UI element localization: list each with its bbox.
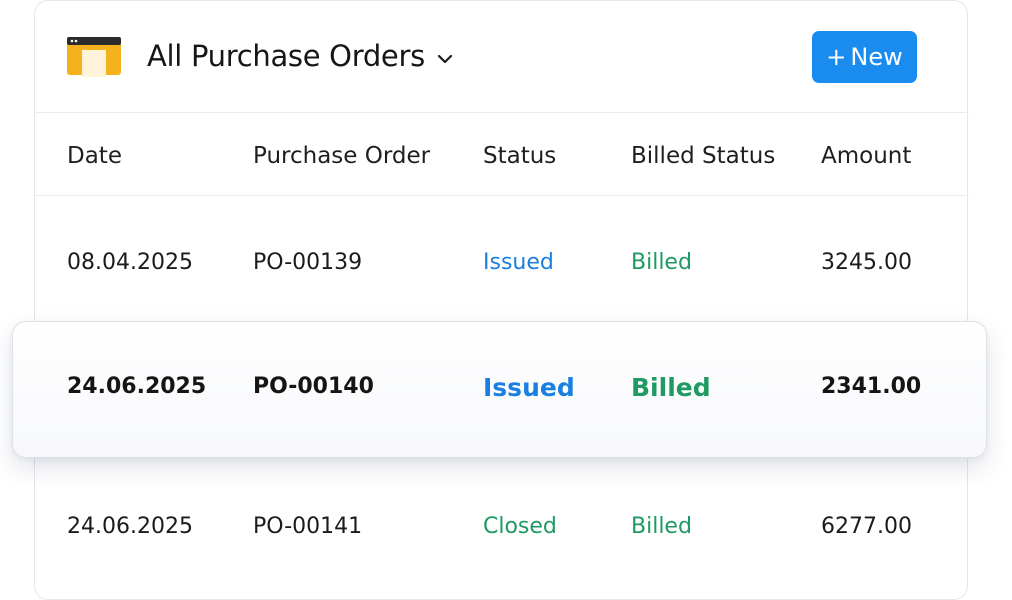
column-header-status[interactable]: Status	[483, 143, 556, 169]
row-date: 08.04.2025	[67, 250, 193, 275]
row-purchase-order[interactable]: PO-00140	[253, 374, 374, 399]
row-date: 24.06.2025	[67, 374, 207, 399]
page-title: All Purchase Orders	[147, 39, 425, 73]
row-status: Closed	[483, 514, 557, 539]
column-header-billed-status[interactable]: Billed Status	[631, 143, 775, 169]
row-purchase-order[interactable]: PO-00139	[253, 250, 362, 275]
chevron-down-icon	[435, 49, 455, 69]
purchase-orders-app-icon	[67, 37, 121, 77]
row-billed-status: Billed	[631, 373, 711, 402]
column-header-purchase-order[interactable]: Purchase Order	[253, 143, 430, 169]
plus-icon: +	[826, 43, 847, 71]
table-header: Date Purchase Order Status Billed Status…	[35, 113, 969, 196]
row-status: Issued	[483, 373, 575, 402]
new-purchase-order-button[interactable]: + New	[812, 31, 917, 83]
row-date: 24.06.2025	[67, 514, 193, 539]
new-button-label: New	[850, 43, 903, 71]
table-row[interactable]: 08.04.2025 PO-00139 Issued Billed 3245.0…	[35, 197, 969, 327]
column-header-amount[interactable]: Amount	[821, 143, 911, 169]
row-purchase-order[interactable]: PO-00141	[253, 514, 362, 539]
purchase-orders-panel: All Purchase Orders + New Date Purchase …	[34, 0, 969, 600]
row-amount: 3245.00	[821, 250, 912, 275]
view-selector[interactable]: All Purchase Orders	[147, 39, 455, 73]
row-amount: 2341.00	[821, 374, 922, 399]
row-amount: 6277.00	[821, 514, 912, 539]
table-row-highlighted[interactable]: 24.06.2025 PO-00140 Issued Billed 2341.0…	[12, 321, 987, 458]
row-billed-status: Billed	[631, 514, 692, 539]
row-billed-status: Billed	[631, 250, 692, 275]
row-status: Issued	[483, 250, 554, 275]
column-header-date[interactable]: Date	[67, 143, 122, 169]
list-header: All Purchase Orders + New	[35, 1, 969, 113]
